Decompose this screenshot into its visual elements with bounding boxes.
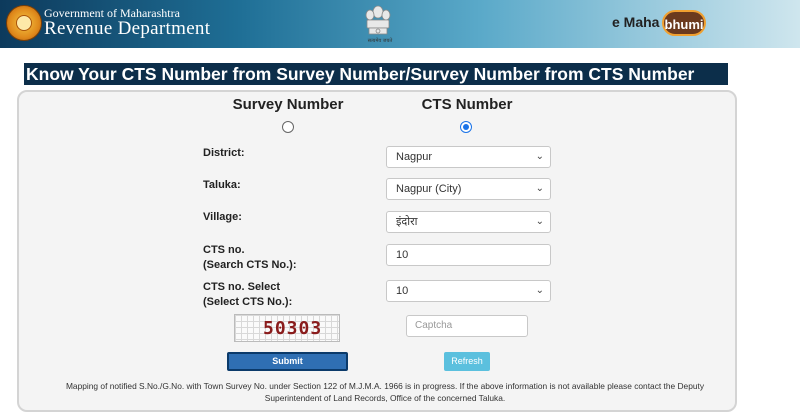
cts-select-label: CTS no. Select (Select CTS No.): [203,280,292,310]
district-select[interactable]: Nagpur ⌄ [386,146,551,168]
captcha-image-text: 50303 [263,318,323,339]
taluka-value: Nagpur (City) [396,183,462,195]
captcha-image: 50303 [234,314,340,342]
chevron-down-icon: ⌄ [535,183,544,194]
village-value: इंदोरा [396,216,418,228]
cts-search-value: 10 [396,249,409,261]
cts-select-value: 10 [396,285,409,297]
dept-name: Revenue Department [44,18,211,39]
village-label: Village: [203,211,242,223]
cts-select-label-line1: CTS no. Select [203,281,281,293]
taluka-label: Taluka: [203,179,241,191]
mode-label-survey: Survey Number [232,96,344,113]
captcha-input[interactable]: Captcha [406,315,528,337]
cts-search-input[interactable]: 10 [386,244,551,266]
page-title-banner: Know Your CTS Number from Survey Number/… [24,63,728,85]
radio-cts-number[interactable] [460,121,472,133]
brand-name: bhumi [662,10,706,36]
district-value: Nagpur [396,151,433,163]
mode-label-cts: CTS Number [421,96,513,113]
cts-search-label: CTS no. (Search CTS No.): [203,243,297,273]
cts-search-label-line2: (Search CTS No.): [203,259,297,271]
search-form-panel [17,90,737,412]
chevron-down-icon: ⌄ [535,216,544,227]
district-label: District: [203,147,245,159]
radio-survey-number[interactable] [282,121,294,133]
village-select[interactable]: इंदोरा ⌄ [386,211,551,233]
cts-select-label-line2: (Select CTS No.): [203,296,293,308]
chevron-down-icon: ⌄ [535,151,544,162]
submit-button[interactable]: Submit [227,352,348,371]
chevron-down-icon: ⌄ [535,285,544,296]
emblem-caption: सत्यमेव जयते [367,38,393,44]
mapping-notice: Mapping of notified S.No./G.No. with Tow… [65,381,705,403]
site-header: Government of Maharashtra Revenue Depart… [0,0,800,48]
taluka-select[interactable]: Nagpur (City) ⌄ [386,178,551,200]
refresh-button[interactable]: Refresh [444,352,490,371]
maharashtra-seal-icon [6,5,42,41]
cts-search-label-line1: CTS no. [203,244,245,256]
cts-select[interactable]: 10 ⌄ [386,280,551,302]
captcha-placeholder: Captcha [415,320,453,331]
